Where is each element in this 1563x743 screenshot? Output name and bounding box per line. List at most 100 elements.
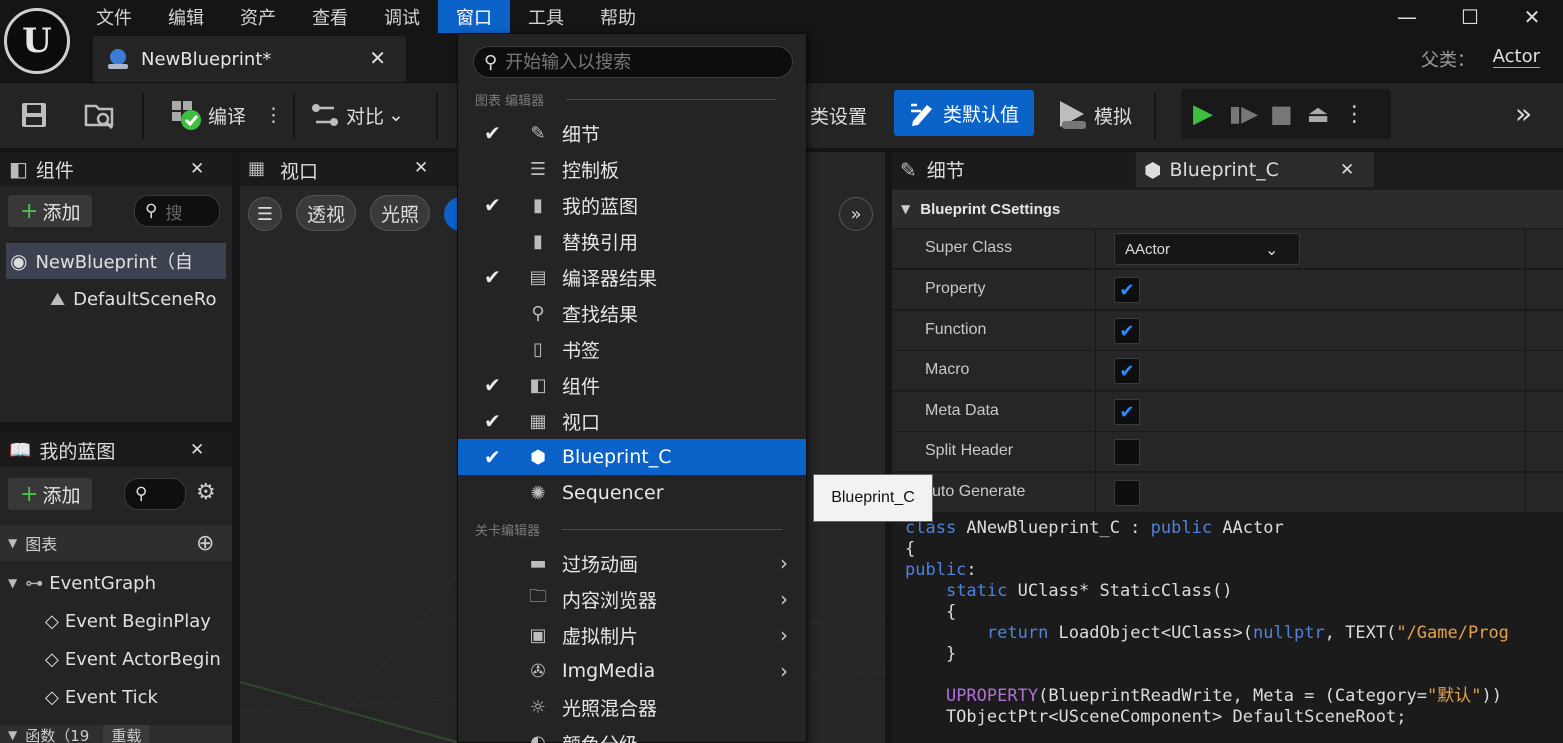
- section-title: 关卡编辑器: [475, 524, 541, 539]
- add-component-button[interactable]: + 添加: [8, 195, 93, 227]
- virtual-production-icon: ▣: [529, 624, 547, 646]
- add-member-button[interactable]: + 添加: [8, 478, 93, 510]
- lighting-button[interactable]: 光照: [370, 195, 430, 231]
- menu-window[interactable]: 窗口: [438, 0, 510, 33]
- tab-blueprint-c-close-icon[interactable]: ✕: [1340, 160, 1354, 180]
- graphs-section-header[interactable]: ▼ 图表 ⊕: [0, 525, 232, 561]
- function-checkbox[interactable]: ✔: [1114, 318, 1140, 344]
- browse-button[interactable]: [84, 91, 116, 139]
- my-blueprint-search-input[interactable]: ⚲: [124, 478, 186, 510]
- code-line: UPROPERTY(BlueprintReadWrite, Meta = (Ca…: [945, 686, 1502, 706]
- meta-data-checkbox[interactable]: ✔: [1114, 399, 1140, 425]
- functions-section-header[interactable]: ▼ 函数（19 重载: [0, 725, 232, 743]
- tab-details[interactable]: ✎ 细节: [892, 152, 1132, 187]
- prop-name: Property: [925, 280, 986, 297]
- viewport-overflow-icon[interactable]: »: [839, 197, 873, 231]
- menu-view[interactable]: 查看: [294, 0, 366, 33]
- tree-item-newblueprint[interactable]: ◉ NewBlueprint（自: [6, 243, 226, 279]
- book-icon: ▮: [533, 230, 543, 252]
- viewport-tab[interactable]: ▦ 视口 ✕: [240, 152, 460, 186]
- maximize-button[interactable]: ☐: [1440, 2, 1500, 32]
- play-icon[interactable]: ▶: [1193, 99, 1213, 129]
- window-menu-search-input[interactable]: [505, 51, 766, 73]
- document-tab[interactable]: NewBlueprint* ✕: [93, 36, 406, 82]
- simulate-button[interactable]: 模拟: [1058, 91, 1132, 139]
- add-graph-icon[interactable]: ⊕: [196, 531, 214, 556]
- menu-item-label: 控制板: [562, 159, 620, 182]
- viewport-tab-close-icon[interactable]: ✕: [414, 158, 428, 178]
- gear-icon[interactable]: ⚙: [196, 480, 216, 505]
- event-item[interactable]: ◇ Event Tick: [45, 680, 231, 714]
- tree-item-defaultsceneroot[interactable]: ⛰ DefaultSceneRo: [50, 281, 230, 317]
- event-graph-item[interactable]: ▼ ⊶ EventGraph: [8, 566, 156, 600]
- menu-item-bookmarks[interactable]: ▯ 书签: [458, 331, 806, 367]
- menu-item-palette[interactable]: ☰ 控制板: [458, 151, 806, 187]
- override-dropdown[interactable]: 重载: [103, 725, 150, 743]
- search-icon: ⚲: [484, 51, 498, 73]
- split-header-checkbox[interactable]: [1114, 439, 1140, 465]
- compile-options-icon[interactable]: ⋮: [264, 104, 283, 126]
- menu-item-imgmedia[interactable]: ✇ ImgMedia ›: [458, 653, 806, 689]
- menu-item-light-mixer[interactable]: ☼ 光照混合器: [458, 689, 806, 725]
- menu-item-compiler-results[interactable]: ✔ ▤ 编译器结果: [458, 259, 806, 295]
- class-settings-button[interactable]: 类设置: [810, 102, 867, 129]
- menu-assets[interactable]: 资产: [222, 0, 294, 33]
- parent-class-link[interactable]: Actor: [1492, 46, 1540, 68]
- my-blueprint-panel-close-icon[interactable]: ✕: [190, 440, 204, 460]
- super-class-dropdown[interactable]: AActor ⌄: [1114, 233, 1300, 265]
- play-options-icon[interactable]: ⋮: [1343, 102, 1365, 127]
- tree-item-label: DefaultSceneRo: [73, 288, 217, 310]
- menu-item-components[interactable]: ✔ ◧ 组件: [458, 367, 806, 403]
- property-checkbox[interactable]: ✔: [1114, 277, 1140, 303]
- menu-edit[interactable]: 编辑: [150, 0, 222, 33]
- components-search-input[interactable]: ⚲ 搜: [134, 195, 220, 227]
- menu-item-virtual-production[interactable]: ▣ 虚拟制片 ›: [458, 617, 806, 653]
- window-menu-search[interactable]: ⚲: [473, 46, 793, 78]
- menu-file[interactable]: 文件: [78, 0, 150, 33]
- menu-item-blueprint-c[interactable]: ✔ ⬢ Blueprint_C: [458, 439, 806, 475]
- class-defaults-label: 类默认值: [942, 103, 1019, 126]
- menu-item-replace-references[interactable]: ▮ 替换引用: [458, 223, 806, 259]
- collapse-arrow-icon: ▼: [8, 536, 18, 550]
- menu-item-sequencer[interactable]: ✺ Sequencer: [458, 475, 806, 511]
- unreal-logo-icon[interactable]: U: [4, 8, 70, 74]
- play-controls: ▶ ▮▶ ■ ⏏ ⋮: [1181, 89, 1391, 139]
- prop-row-auto-generate: uto Generate: [892, 473, 1563, 513]
- book-icon: ▮: [533, 194, 543, 216]
- step-icon[interactable]: ▮▶: [1229, 102, 1258, 127]
- menu-help[interactable]: 帮助: [582, 0, 654, 33]
- menu-item-label: 内容浏览器: [562, 589, 658, 612]
- save-button[interactable]: [20, 91, 48, 139]
- auto-generate-checkbox[interactable]: [1114, 480, 1140, 506]
- menu-item-details[interactable]: ✔ ✎ 细节: [458, 115, 806, 151]
- perspective-button[interactable]: 透视: [296, 195, 356, 231]
- components-panel-close-icon[interactable]: ✕: [190, 159, 204, 179]
- macro-checkbox[interactable]: ✔: [1114, 358, 1140, 384]
- menu-item-cinematics[interactable]: ▬ 过场动画 ›: [458, 545, 806, 581]
- viewport-menu-icon[interactable]: ☰: [248, 197, 282, 231]
- menu-item-viewport[interactable]: ✔ ▦ 视口: [458, 403, 806, 439]
- close-window-button[interactable]: ✕: [1502, 2, 1562, 32]
- event-item[interactable]: ◇ Event BeginPlay: [45, 604, 231, 638]
- minimize-button[interactable]: —: [1377, 2, 1437, 32]
- eject-icon[interactable]: ⏏: [1307, 100, 1330, 128]
- blueprint-c-icon: ⬢: [1144, 157, 1162, 182]
- document-tab-close-icon[interactable]: ✕: [369, 46, 386, 70]
- compile-button[interactable]: 编译 ⋮: [170, 91, 283, 139]
- toolbar-overflow-icon[interactable]: »: [1515, 97, 1532, 130]
- menu-debug[interactable]: 调试: [366, 0, 438, 33]
- menu-item-my-blueprint[interactable]: ✔ ▮ 我的蓝图: [458, 187, 806, 223]
- menu-item-label: 颜色分级: [562, 730, 638, 743]
- stop-icon[interactable]: ■: [1270, 100, 1293, 128]
- diff-button[interactable]: 对比 ⌄: [310, 91, 404, 139]
- menu-item-label: Sequencer: [562, 482, 664, 504]
- menu-item-find-results[interactable]: ⚲ 查找结果: [458, 295, 806, 331]
- settings-section-header[interactable]: ▼ Blueprint CSettings: [892, 190, 1563, 228]
- menu-item-content-browser[interactable]: 🗀 内容浏览器 ›: [458, 581, 806, 617]
- menu-tools[interactable]: 工具: [510, 0, 582, 33]
- menu-item-color-grading[interactable]: ◐ 颜色分级: [458, 725, 806, 743]
- class-defaults-button[interactable]: 类默认值: [894, 90, 1034, 136]
- event-item[interactable]: ◇ Event ActorBegin: [45, 642, 231, 676]
- tab-blueprint-c[interactable]: ⬢ Blueprint_C ✕: [1136, 152, 1374, 187]
- tab-blueprint-c-label: Blueprint_C: [1169, 158, 1279, 181]
